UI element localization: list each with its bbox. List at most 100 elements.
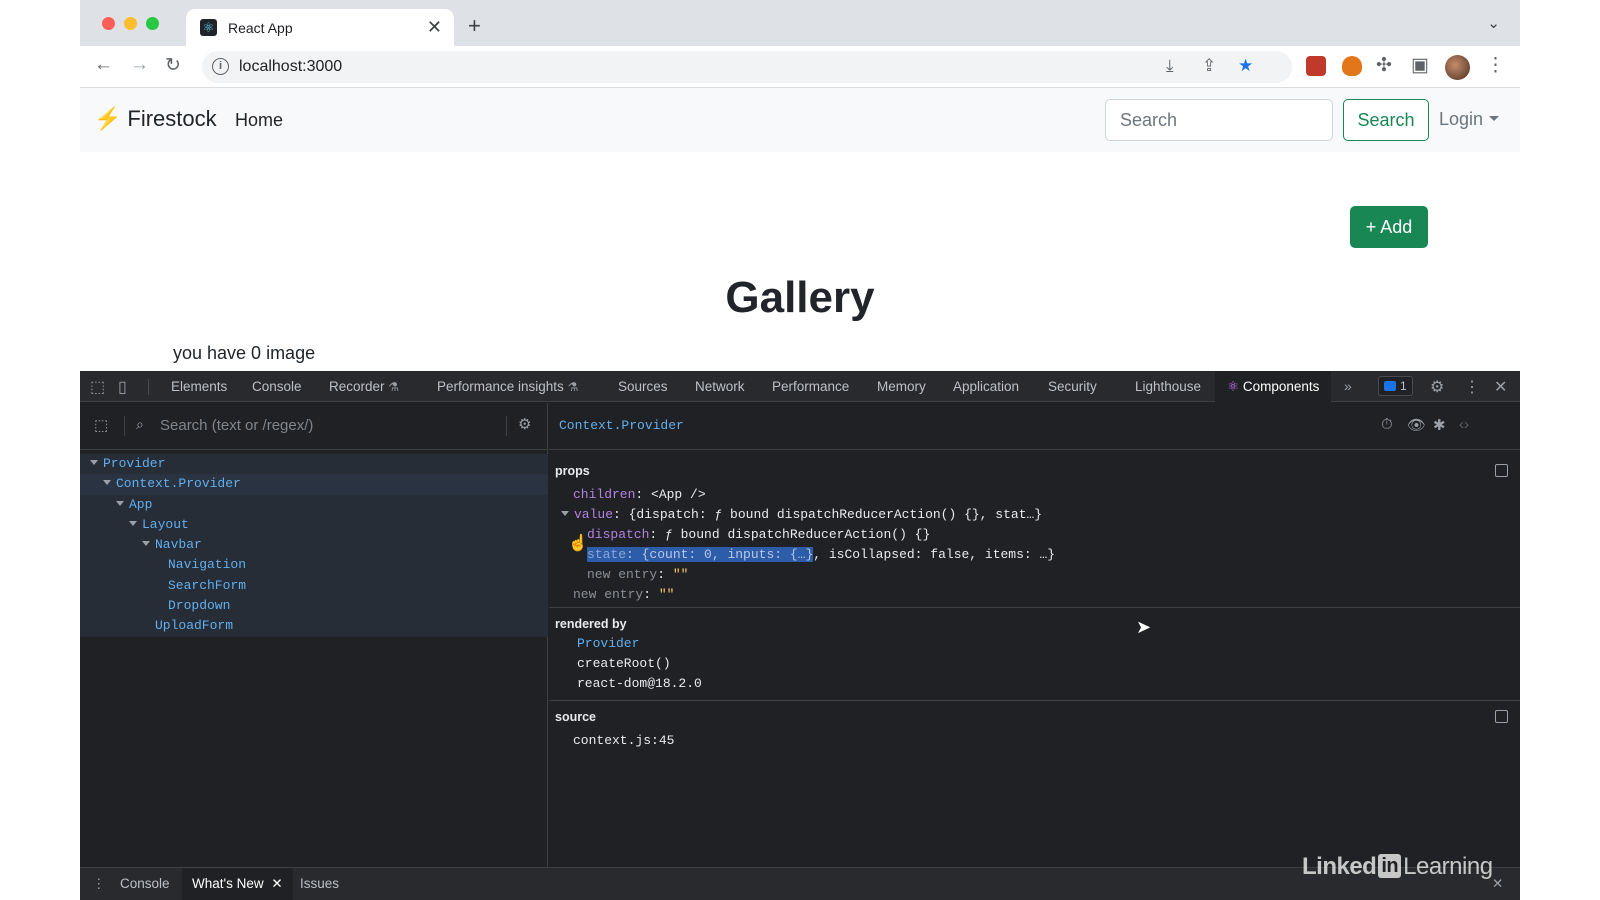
tab-components[interactable]: ⚛ Components — [1215, 371, 1332, 402]
extension-red-icon[interactable] — [1306, 56, 1326, 76]
tab-elements[interactable]: Elements — [171, 379, 227, 394]
watermark-text: Linked — [1302, 853, 1377, 880]
expand-triangle-icon[interactable] — [129, 520, 137, 526]
drawer-menu-icon[interactable]: ⋮ — [92, 868, 106, 900]
bug-icon[interactable]: ✱ — [1433, 416, 1446, 434]
expand-triangle-icon[interactable] — [90, 460, 98, 465]
search-input[interactable] — [1105, 99, 1333, 141]
new-entry-row[interactable]: new entry: "" — [573, 587, 674, 602]
tab-security[interactable]: Security — [1048, 379, 1097, 394]
tab-sources[interactable]: Sources — [618, 379, 668, 394]
prop-children[interactable]: children: <App /> — [573, 487, 706, 502]
install-icon[interactable]: ⤓ — [1166, 56, 1174, 76]
close-window-button[interactable] — [102, 17, 115, 30]
tree-item-searchform[interactable]: SearchForm — [80, 575, 548, 597]
login-dropdown[interactable]: Login — [1439, 109, 1500, 130]
address-bar[interactable]: i localhost:3000 ⤓ ⇪ ★ — [202, 51, 1292, 83]
tab-memory[interactable]: Memory — [877, 379, 926, 394]
search-divider — [506, 416, 507, 436]
copy-source-icon[interactable] — [1495, 710, 1508, 723]
drawer-tab-whats-new-label: What's New — [192, 876, 264, 891]
add-button[interactable]: + Add — [1350, 206, 1428, 248]
source-file[interactable]: context.js:45 — [573, 733, 674, 748]
tree-item-label: Layout — [142, 516, 189, 532]
drawer-tab-whats-new[interactable]: What's New ✕ — [182, 868, 293, 900]
browser-tab[interactable]: ⚛ React App ✕ — [186, 9, 454, 46]
close-tab-icon[interactable]: ✕ — [427, 17, 442, 38]
tab-performance[interactable]: Performance — [772, 379, 849, 394]
more-tabs-icon[interactable]: » — [1344, 378, 1352, 394]
react-icon: ⚛ — [1227, 379, 1240, 394]
view-source-icon[interactable]: ‹› — [1459, 416, 1469, 433]
react-icon: ⚛ — [200, 19, 217, 36]
settings-gear-icon[interactable]: ⚙ — [1430, 377, 1444, 397]
new-entry-key: new entry — [573, 587, 644, 602]
tree-item-dropdown[interactable]: Dropdown — [80, 596, 548, 617]
prop-value-selected: {count: 0, inputs: {…} — [641, 547, 814, 562]
expand-triangle-icon[interactable] — [116, 500, 124, 506]
browser-menu-icon[interactable]: ⋮ — [1486, 54, 1505, 77]
tab-recorder[interactable]: Recorder ⚗ — [329, 379, 399, 394]
new-entry-key: new entry — [587, 567, 658, 582]
site-info-icon[interactable]: i — [212, 58, 229, 75]
search-button[interactable]: Search — [1343, 99, 1429, 141]
url-text[interactable]: localhost:3000 — [239, 58, 342, 76]
devtools-menu-icon[interactable]: ⋮ — [1464, 377, 1480, 397]
tree-item-navigation[interactable]: Navigation — [80, 555, 548, 576]
tab-application[interactable]: Application — [953, 379, 1019, 394]
drawer-tab-console[interactable]: Console — [120, 868, 170, 900]
prop-state[interactable]: state: {count: 0, inputs: {…}, isCollaps… — [587, 547, 1055, 562]
close-drawer-icon[interactable]: ✕ — [1492, 868, 1503, 900]
extensions-puzzle-icon[interactable]: ✣ — [1376, 54, 1392, 77]
maximize-window-button[interactable] — [146, 17, 159, 30]
bookmark-star-icon[interactable]: ★ — [1238, 56, 1253, 76]
browser-window: ⚛ React App ✕ + ⌄ ← → ↻ i localhost:3000… — [80, 0, 1520, 900]
select-element-icon[interactable]: ⬚ — [94, 416, 108, 434]
tree-item-context-provider[interactable]: Context.Provider — [80, 474, 548, 495]
tree-item-app[interactable]: App — [80, 494, 548, 515]
share-icon[interactable]: ⇪ — [1202, 56, 1216, 76]
tree-item-navbar[interactable]: Navbar — [80, 535, 548, 556]
expand-triangle-icon[interactable] — [561, 511, 569, 516]
close-devtools-icon[interactable]: ✕ — [1494, 377, 1507, 397]
issues-badge[interactable]: 1 — [1378, 376, 1413, 396]
nav-home-link[interactable]: Home — [235, 110, 283, 131]
tree-item-layout[interactable]: Layout — [80, 514, 548, 536]
reload-icon[interactable]: ↻ — [165, 54, 181, 77]
new-tab-button[interactable]: + — [468, 13, 481, 39]
settings-gear-icon[interactable]: ⚙ — [518, 415, 531, 433]
tree-item-uploadform[interactable]: UploadForm — [80, 616, 548, 637]
tab-performance-insights[interactable]: Performance insights ⚗ — [437, 379, 578, 394]
new-entry-row[interactable]: new entry: "" — [587, 567, 688, 582]
minimize-window-button[interactable] — [124, 17, 137, 30]
expand-triangle-icon[interactable] — [103, 480, 111, 486]
forward-arrow-icon[interactable]: → — [130, 54, 149, 76]
tree-item-provider[interactable]: Provider — [80, 454, 548, 475]
watermark-text: Learning — [1403, 853, 1493, 880]
prop-value[interactable]: value: {dispatch: ƒ bound dispatchReduce… — [561, 507, 1042, 522]
tab-lighthouse[interactable]: Lighthouse — [1135, 379, 1201, 394]
side-panel-icon[interactable]: ▣ — [1411, 54, 1429, 77]
tab-console[interactable]: Console — [252, 379, 302, 394]
profile-avatar[interactable] — [1445, 55, 1470, 80]
tree-search-input[interactable]: Search (text or /regex/) — [160, 417, 313, 434]
eye-icon[interactable]: 👁 — [1407, 416, 1426, 434]
prop-key: children — [573, 487, 636, 502]
tab-network[interactable]: Network — [695, 379, 745, 394]
brand-name: Firestock — [127, 106, 217, 131]
tab-search-chevron-icon[interactable]: ⌄ — [1487, 14, 1500, 32]
brand-link[interactable]: ⚡ Firestock — [94, 106, 217, 132]
drawer-tab-issues[interactable]: Issues — [300, 868, 339, 900]
rendered-by-provider[interactable]: Provider — [577, 636, 639, 651]
expand-triangle-icon[interactable] — [142, 541, 150, 547]
inspect-element-icon[interactable]: ⬚ — [90, 377, 105, 397]
stopwatch-icon[interactable]: ⏱ — [1381, 416, 1393, 433]
props-section-label: props — [555, 464, 590, 478]
close-tab-icon[interactable]: ✕ — [271, 876, 282, 891]
prop-dispatch[interactable]: dispatch: ƒ bound dispatchReducerAction(… — [587, 527, 930, 542]
copy-props-icon[interactable] — [1495, 464, 1508, 477]
prop-key: state — [587, 547, 627, 562]
metamask-fox-icon[interactable] — [1342, 56, 1362, 76]
device-toolbar-icon[interactable]: ▯ — [118, 377, 127, 397]
back-arrow-icon[interactable]: ← — [94, 54, 113, 76]
